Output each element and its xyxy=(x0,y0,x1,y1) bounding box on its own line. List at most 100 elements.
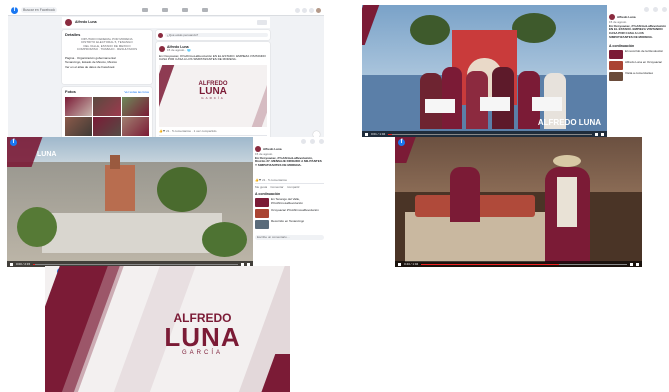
trees xyxy=(202,222,247,257)
search-input[interactable]: Buscar en Facebook xyxy=(21,7,57,13)
up-next-title: A continuación xyxy=(255,191,281,196)
fullscreen-icon[interactable] xyxy=(601,132,604,136)
church xyxy=(105,155,135,211)
video-sidebar: Alfredo Luna 15 de agosto En Ocoyoacac, … xyxy=(607,5,669,137)
screenshot-brand-slate: f ALFREDO LUNA GARCÍA xyxy=(45,266,290,392)
profile-name: Alfredo Luna xyxy=(75,20,97,25)
up-next-item[interactable]: Visita a comerciantes xyxy=(609,72,667,81)
channel-name[interactable]: Alfredo Luna xyxy=(617,15,636,20)
facebook-top-bar: f Buscar en Facebook xyxy=(8,5,324,16)
intro-card: Detalles DIPUTADO FEDERAL POR MORENA DIS… xyxy=(62,30,152,84)
play-icon[interactable] xyxy=(10,262,13,266)
photo-thumbnail[interactable] xyxy=(65,116,93,136)
home-icon[interactable] xyxy=(142,8,148,12)
menu-icon[interactable] xyxy=(644,7,649,12)
plaza xyxy=(42,213,222,253)
avatar xyxy=(65,19,72,26)
candidate xyxy=(545,155,590,263)
up-next-item[interactable]: Recorrido en Tenancingo xyxy=(255,220,324,229)
channel-name[interactable]: Alfredo Luna xyxy=(263,147,282,152)
share-button[interactable]: Compartir xyxy=(287,185,300,190)
comment-button[interactable]: Comentar xyxy=(270,185,283,190)
progress-bar[interactable] xyxy=(421,263,627,265)
groups-icon[interactable] xyxy=(182,8,188,12)
video-player[interactable]: ALFREDO LUNA 0:01 / 1:04 xyxy=(362,5,607,137)
trees xyxy=(157,167,207,212)
video-player[interactable]: LUNA 0:00 / 2:15 f xyxy=(7,137,253,267)
screenshot-video-aerial: LUNA 0:00 / 2:15 f Alfredo Luna 15 de ag… xyxy=(7,137,326,267)
screenshot-video-market: f 0:43 / 1:04 xyxy=(395,137,642,267)
photos-card: Fotos Ver todas las fotos xyxy=(62,87,152,140)
watch-icon[interactable] xyxy=(162,8,168,12)
brand-logo: ALFREDO LUNA GARCÍA xyxy=(115,312,290,356)
facebook-logo-icon[interactable]: f xyxy=(11,6,18,14)
post-meta: 15 de agosto · 🌐 xyxy=(167,49,191,52)
photo-grid xyxy=(65,96,149,136)
settings-icon[interactable] xyxy=(595,132,598,136)
play-icon[interactable] xyxy=(365,132,368,136)
up-next-item[interactable]: En Tenango del Valle, #YoAfirmoLaRevoluc… xyxy=(255,198,324,207)
post-card: Alfredo Luna 15 de agosto · 🌐 En Ocoyoac… xyxy=(156,42,270,141)
settings-icon[interactable] xyxy=(630,262,633,266)
menu-icon[interactable] xyxy=(295,7,300,13)
messenger-icon[interactable] xyxy=(653,7,658,12)
menu-icon[interactable] xyxy=(301,139,306,144)
notifications-icon[interactable] xyxy=(319,139,324,144)
palm-tree xyxy=(512,13,556,43)
up-next-item[interactable]: Ocoyoacac #YoAfirmoLaRevolución xyxy=(255,209,324,218)
like-button[interactable]: Me gusta xyxy=(255,185,267,190)
brand-name-line2: LUNA xyxy=(37,151,57,158)
up-next-item[interactable]: El recorrido de la Revolución xyxy=(609,50,667,59)
see-all-photos-link[interactable]: Ver todas las fotos xyxy=(124,90,149,95)
progress-bar[interactable] xyxy=(33,263,238,265)
brand-name-line2: LUNA xyxy=(199,85,227,97)
progress-bar[interactable] xyxy=(388,133,592,135)
photos-title: Fotos xyxy=(65,90,76,94)
page-header-strip: Alfredo Luna xyxy=(62,17,270,28)
vendor xyxy=(450,167,480,222)
photo-thumbnail[interactable] xyxy=(65,96,93,116)
photo-thumbnail[interactable] xyxy=(121,96,149,116)
palm-tree xyxy=(410,15,450,45)
screenshot-video-arch: f ALFREDO LUNA 0:01 / 1:04 xyxy=(362,5,669,137)
account-avatar[interactable] xyxy=(316,7,321,13)
post-video[interactable]: ALFREDO LUNA GARCÍA xyxy=(159,64,267,127)
messenger-icon[interactable] xyxy=(302,7,307,13)
fullscreen-icon[interactable] xyxy=(636,262,639,266)
intro-line: COMPROMISO · TRABAJO · RESULTADOS xyxy=(76,48,138,52)
composer-input[interactable]: ¿Qué estás pensando? xyxy=(165,32,268,38)
up-next-item[interactable]: Alfredo Luna en Ocoyoacac xyxy=(609,61,667,70)
video-time: 0:43 / 1:04 xyxy=(404,262,419,266)
post-text: En Ocoyoacac, #YoAfirmoLaRevolución EN E… xyxy=(159,54,266,62)
video-sidebar: Alfredo Luna 15 de agosto En Ocoyoacac, … xyxy=(253,137,326,267)
composer-card: ¿Qué estás pensando? xyxy=(156,30,270,40)
photo-thumbnail[interactable] xyxy=(93,116,121,136)
photo-thumbnail[interactable] xyxy=(93,96,121,116)
brand-logo: ALFREDO LUNA GARCÍA xyxy=(159,81,267,100)
video-player[interactable]: f 0:43 / 1:04 xyxy=(395,137,642,267)
facebook-logo-icon[interactable]: f xyxy=(398,139,405,146)
brand-name-line2: LUNA xyxy=(164,322,241,352)
up-next-title: A continuación xyxy=(609,43,635,48)
sky xyxy=(7,137,253,162)
play-icon[interactable] xyxy=(398,262,401,266)
video-title: En Ocoyoacac, #YoAfirmoLaRevolución EN E… xyxy=(609,24,666,39)
more-button[interactable] xyxy=(257,20,267,25)
notifications-icon[interactable] xyxy=(309,7,314,13)
notifications-icon[interactable] xyxy=(662,7,667,12)
video-time: 0:01 / 1:04 xyxy=(371,132,386,136)
post-stats: 👍❤ 21 · 5 comentarios xyxy=(255,177,287,182)
brand-watermark: ALFREDO LUNA xyxy=(538,119,601,127)
photo-thumbnail[interactable] xyxy=(121,116,149,136)
video-controls: 0:43 / 1:04 xyxy=(395,261,642,267)
market-stall xyxy=(395,137,642,192)
comment-input[interactable]: Escribe un comentario… xyxy=(255,235,324,240)
facebook-logo-icon[interactable]: f xyxy=(10,139,17,146)
gaming-icon[interactable] xyxy=(202,8,208,12)
counter xyxy=(405,212,555,262)
messenger-icon[interactable] xyxy=(310,139,315,144)
detail-link[interactable]: Ver en el atlas de datos de Facebook xyxy=(65,65,149,70)
brand-name-line1: ALFREDO xyxy=(537,118,577,127)
avatar xyxy=(158,32,163,38)
brand-watermark: LUNA xyxy=(37,151,56,158)
